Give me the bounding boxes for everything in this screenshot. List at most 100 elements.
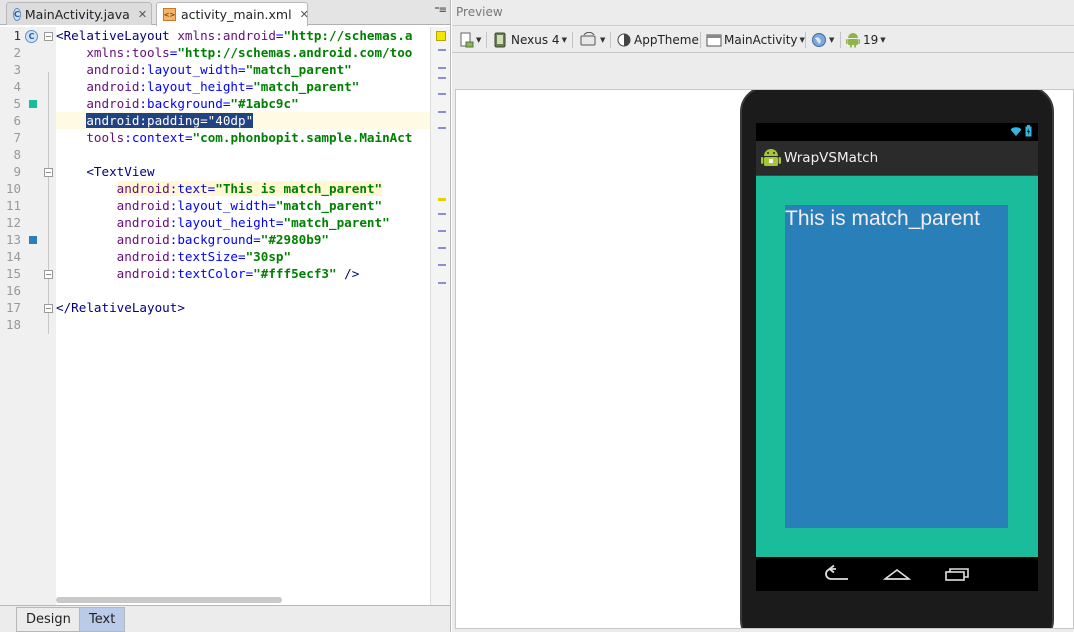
line-number: 16 [5, 283, 21, 298]
line-number: 10 [5, 181, 21, 196]
stripe-marker[interactable] [438, 264, 446, 266]
toolbar-separator [700, 32, 701, 48]
preview-pane: Preview ▼ Nexus 4 ▼ ▼ AppTheme MainActiv… [452, 0, 1074, 632]
theme-selector[interactable]: AppTheme [617, 30, 699, 50]
locale-dropdown[interactable]: ▼ [811, 30, 834, 50]
attribute: :textColor [169, 266, 246, 281]
stripe-marker[interactable] [438, 127, 446, 129]
attribute-value: "#fff5ecf3" [253, 266, 337, 281]
orientation-dropdown[interactable]: ▼ [580, 30, 605, 50]
tab-main-activity-java[interactable]: C MainActivity.java ✕ [6, 2, 152, 25]
namespace: tools [86, 130, 125, 145]
device-dropdown[interactable]: Nexus 4 ▼ [493, 30, 567, 50]
line-number: 3 [13, 62, 21, 77]
render-options-dropdown[interactable]: ▼ [458, 30, 481, 50]
warning-indicator-icon[interactable] [436, 31, 446, 41]
tab-activity-main-xml[interactable]: <> activity_main.xml ✕ [156, 2, 309, 26]
nexus-device-frame: WrapVSMatch This is match_parent [740, 90, 1054, 628]
preview-canvas[interactable]: WrapVSMatch This is match_parent [455, 89, 1074, 629]
stripe-marker[interactable] [438, 67, 446, 69]
preview-toolbar: ▼ Nexus 4 ▼ ▼ AppTheme MainActivity ▼ ▼ … [452, 25, 1074, 53]
related-class-icon[interactable]: C [25, 30, 38, 43]
namespace: android [116, 215, 170, 230]
close-icon[interactable]: ✕ [300, 8, 309, 21]
line-number: 14 [5, 249, 21, 264]
stripe-marker[interactable] [438, 111, 446, 113]
relative-layout[interactable]: This is match_parent [756, 176, 1038, 557]
code-line-1: <RelativeLayout xmlns:android="http://sc… [56, 27, 430, 44]
battery-icon [1025, 125, 1032, 137]
textview-text: This is match_parent [785, 207, 980, 230]
textview[interactable]: This is match_parent [785, 205, 1008, 528]
stripe-marker[interactable] [438, 49, 446, 51]
tab-design[interactable]: Design [16, 607, 81, 632]
attribute-value: "This is match_parent" [215, 181, 383, 196]
line-number: 6 [13, 113, 21, 128]
scrollbar-thumb[interactable] [56, 597, 282, 603]
horizontal-scrollbar[interactable] [56, 595, 430, 605]
activity-window-icon [706, 34, 722, 47]
device-name: Nexus 4 [511, 33, 560, 47]
editor-mode-tabs: Design Text [0, 605, 450, 632]
chevron-down-icon: ▼ [600, 36, 606, 44]
fold-toggle-icon[interactable]: − [44, 304, 53, 313]
stripe-marker[interactable] [438, 93, 446, 95]
attribute-value: "match_parent" [253, 79, 360, 94]
theme-name: AppTheme [634, 33, 699, 47]
tag-close: /> [336, 266, 360, 281]
editor-tab-bar: C MainActivity.java ✕ <> activity_main.x… [0, 0, 450, 26]
attribute: :context [124, 130, 185, 145]
status-bar [756, 123, 1038, 141]
line-number: 5 [13, 96, 21, 111]
line-number: 17 [5, 300, 21, 315]
stripe-marker[interactable] [438, 77, 446, 79]
code-line-4: android:layout_height="match_parent" [86, 79, 360, 94]
code-editor[interactable]: <RelativeLayout xmlns:android="http://sc… [56, 27, 430, 605]
line-number: 15 [5, 266, 21, 281]
stripe-marker[interactable] [438, 230, 446, 232]
attribute: :textSize [169, 249, 238, 264]
tab-overflow-menu-icon[interactable]: ⁼≡ [434, 5, 447, 16]
tab-text[interactable]: Text [79, 607, 126, 632]
home-icon[interactable] [883, 564, 911, 584]
device-file-icon [460, 32, 474, 48]
tag-open: <TextView [86, 164, 155, 179]
line-number: 1 [13, 28, 21, 43]
stripe-marker[interactable] [438, 247, 446, 249]
fold-toggle-icon[interactable]: − [44, 168, 53, 177]
back-icon[interactable] [824, 564, 852, 584]
wifi-icon [1010, 127, 1022, 136]
namespace: android [86, 62, 140, 77]
stripe-marker[interactable] [438, 213, 446, 215]
activity-dropdown[interactable]: MainActivity ▼ [706, 30, 805, 50]
attribute: :background [139, 96, 223, 111]
tab-label: Design [26, 612, 71, 627]
code-line-17: </RelativeLayout> [56, 299, 430, 316]
stripe-warning-marker[interactable] [438, 198, 446, 201]
attribute-value: "com.phonbopit.sample.MainAct [192, 130, 413, 145]
theme-icon [617, 33, 631, 47]
namespace: android [116, 266, 170, 281]
fold-toggle-icon[interactable]: − [44, 270, 53, 279]
color-swatch-icon[interactable] [29, 100, 37, 108]
code-line-13: android:background="#2980b9" [116, 232, 329, 247]
code-line-3: android:layout_width="match_parent" [86, 62, 352, 77]
color-swatch-icon[interactable] [29, 236, 37, 244]
error-stripe[interactable] [430, 27, 450, 605]
toolbar-separator [840, 32, 841, 48]
chevron-down-icon: ▼ [880, 36, 886, 44]
tab-label: MainActivity.java [24, 6, 130, 22]
java-class-icon: C [13, 7, 21, 21]
api-level-dropdown[interactable]: 19 ▼ [846, 30, 886, 50]
fold-guide [48, 72, 49, 334]
namespace: android [86, 79, 140, 94]
close-icon[interactable]: ✕ [138, 8, 147, 21]
namespace: android [116, 249, 170, 264]
stripe-marker[interactable] [438, 282, 446, 284]
fold-toggle-icon[interactable]: − [44, 32, 53, 41]
line-number: 12 [5, 215, 21, 230]
recent-apps-icon[interactable] [942, 564, 970, 584]
attribute: :text [169, 181, 208, 196]
